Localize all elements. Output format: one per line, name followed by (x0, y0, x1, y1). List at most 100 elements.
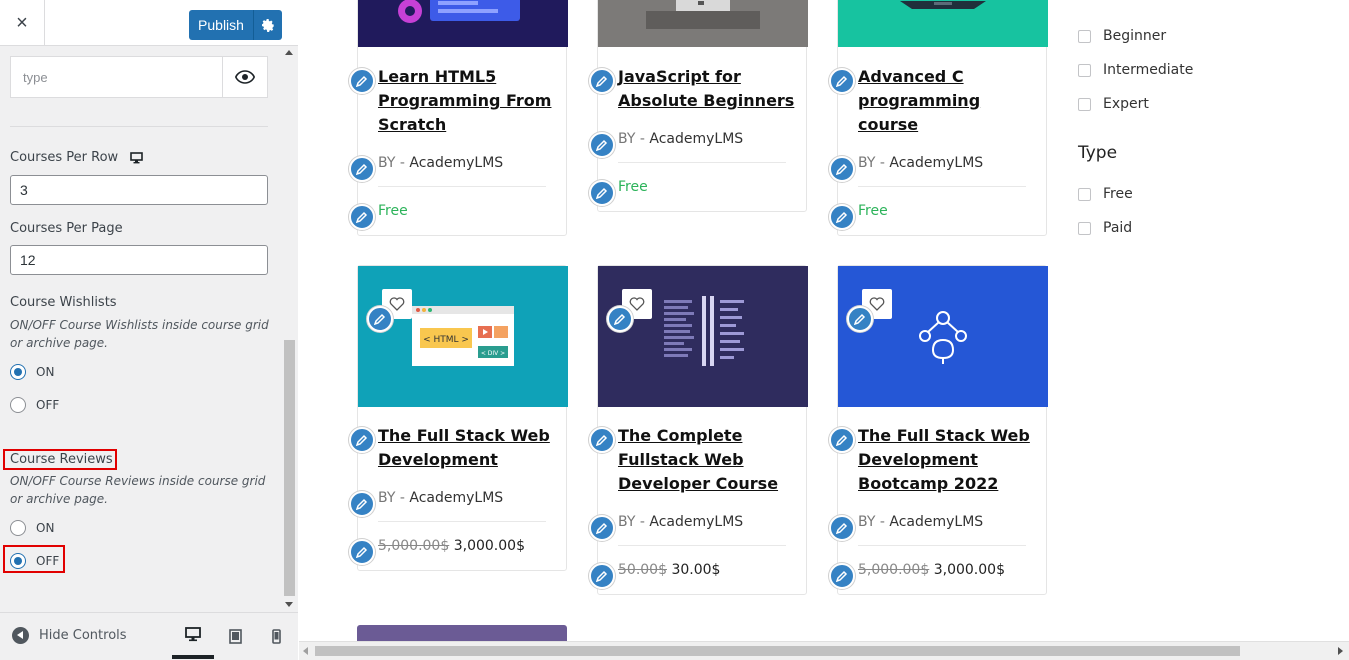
publish-button[interactable]: Publish (189, 10, 253, 40)
desktop-preview-button[interactable] (172, 613, 214, 659)
radio-button[interactable] (10, 397, 26, 413)
edit-pencil-icon[interactable] (829, 156, 855, 182)
preview-horizontal-scrollbar[interactable] (299, 641, 1349, 660)
tablet-preview-button[interactable] (214, 613, 256, 659)
panel-scrollbar-thumb[interactable] (284, 340, 295, 596)
radio-button[interactable] (10, 520, 26, 536)
type-input[interactable] (11, 57, 223, 97)
author-name[interactable]: AcademyLMS (889, 514, 983, 530)
wishlists-on-radio[interactable]: ON (10, 364, 54, 380)
edit-pencil-icon[interactable] (349, 539, 375, 565)
gear-icon (261, 18, 274, 32)
edit-pencil-icon[interactable] (349, 427, 375, 453)
panel-header: × Publish (0, 0, 298, 46)
courses-per-row-input[interactable]: 3 (10, 175, 268, 205)
course-thumbnail[interactable] (598, 0, 808, 47)
checkbox[interactable] (1078, 187, 1091, 201)
courses-per-page-label: Courses Per Page (10, 221, 123, 236)
course-title[interactable]: The Full Stack Web Development (378, 424, 558, 472)
course-thumbnail[interactable] (598, 266, 808, 407)
reviews-off-radio[interactable]: OFF (10, 553, 59, 569)
edit-pencil-icon[interactable] (349, 156, 375, 182)
edit-pencil-icon[interactable] (847, 306, 873, 332)
wishlists-off-radio[interactable]: OFF (10, 397, 59, 413)
edit-pencil-icon[interactable] (589, 68, 615, 94)
course-price: 5,000.00$ 3,000.00$ (858, 562, 1005, 578)
courses-per-page-input[interactable]: 12 (10, 245, 268, 275)
eye-icon[interactable] (222, 57, 267, 97)
filter-label: Free (1103, 186, 1133, 202)
courses-per-row-label: Courses Per Row (10, 150, 143, 165)
course-title[interactable]: The Full Stack Web Development Bootcamp … (858, 424, 1038, 496)
by-label: BY - (378, 490, 405, 506)
radio-label: ON (36, 521, 55, 535)
edit-pencil-icon[interactable] (349, 68, 375, 94)
course-author: BY - AcademyLMS (618, 131, 743, 147)
tablet-icon (228, 628, 242, 644)
by-label: BY - (858, 155, 885, 171)
scroll-up-arrow-icon[interactable] (285, 50, 293, 55)
edit-pencil-icon[interactable] (367, 306, 393, 332)
author-name[interactable]: AcademyLMS (649, 514, 743, 530)
divider (618, 545, 786, 546)
edit-pencil-icon[interactable] (349, 491, 375, 517)
filter-expert[interactable]: Expert (1078, 96, 1149, 112)
radio-button[interactable] (10, 364, 26, 380)
course-thumbnail[interactable]: < HTML > < DIV > (358, 266, 568, 407)
close-button[interactable]: × (0, 0, 45, 46)
horizontal-scrollbar-thumb[interactable] (315, 646, 1240, 656)
edit-pencil-icon[interactable] (589, 132, 615, 158)
radio-button[interactable] (10, 553, 26, 569)
checkbox[interactable] (1078, 29, 1091, 43)
divider (618, 162, 786, 163)
course-thumbnail[interactable] (358, 0, 568, 47)
filter-paid[interactable]: Paid (1078, 220, 1132, 236)
publish-settings-button[interactable] (253, 10, 282, 40)
checkbox[interactable] (1078, 97, 1091, 111)
course-title[interactable]: JavaScript for Absolute Beginners (618, 65, 798, 113)
course-title[interactable]: Advanced C programming course (858, 65, 1038, 137)
sale-price: 3,000.00$ (933, 562, 1005, 578)
course-thumbnail[interactable] (838, 0, 1048, 47)
filter-label: Beginner (1103, 28, 1167, 44)
edit-pencil-icon[interactable] (829, 68, 855, 94)
reviews-on-radio[interactable]: ON (10, 520, 54, 536)
course-author: BY - AcademyLMS (858, 155, 983, 171)
edit-pencil-icon[interactable] (829, 427, 855, 453)
scroll-left-arrow-icon[interactable] (303, 647, 308, 655)
edit-pencil-icon[interactable] (589, 180, 615, 206)
edit-pencil-icon[interactable] (589, 427, 615, 453)
desktop-icon (130, 151, 143, 163)
filter-intermediate[interactable]: Intermediate (1078, 62, 1193, 78)
mobile-icon (271, 628, 281, 644)
course-title[interactable]: Learn HTML5 Programming From Scratch (378, 65, 558, 137)
edit-pencil-icon[interactable] (829, 515, 855, 541)
edit-pencil-icon[interactable] (349, 204, 375, 230)
edit-pencil-icon[interactable] (607, 306, 633, 332)
edit-pencil-icon[interactable] (829, 563, 855, 589)
filter-label: Paid (1103, 220, 1133, 236)
publish-group: Publish (189, 10, 282, 40)
mobile-preview-button[interactable] (255, 613, 297, 659)
author-name[interactable]: AcademyLMS (649, 131, 743, 147)
hide-controls-button[interactable]: Hide Controls (12, 627, 127, 644)
filter-type-heading: Type (1078, 143, 1118, 163)
scroll-right-arrow-icon[interactable] (1338, 647, 1343, 655)
course-thumbnail[interactable] (838, 266, 1048, 407)
course-title[interactable]: The Complete Fullstack Web Developer Cou… (618, 424, 798, 496)
scroll-down-arrow-icon[interactable] (285, 602, 293, 607)
edit-pencil-icon[interactable] (589, 563, 615, 589)
author-name[interactable]: AcademyLMS (889, 155, 983, 171)
edit-pencil-icon[interactable] (589, 515, 615, 541)
checkbox[interactable] (1078, 221, 1091, 235)
author-name[interactable]: AcademyLMS (409, 155, 503, 171)
divider (10, 126, 268, 127)
edit-pencil-icon[interactable] (829, 204, 855, 230)
filter-label: Expert (1103, 96, 1149, 112)
author-name[interactable]: AcademyLMS (409, 490, 503, 506)
divider (858, 545, 1026, 546)
filter-free[interactable]: Free (1078, 186, 1133, 202)
checkbox[interactable] (1078, 63, 1091, 77)
filter-beginner[interactable]: Beginner (1078, 28, 1166, 44)
old-price: 50.00$ (618, 562, 667, 578)
